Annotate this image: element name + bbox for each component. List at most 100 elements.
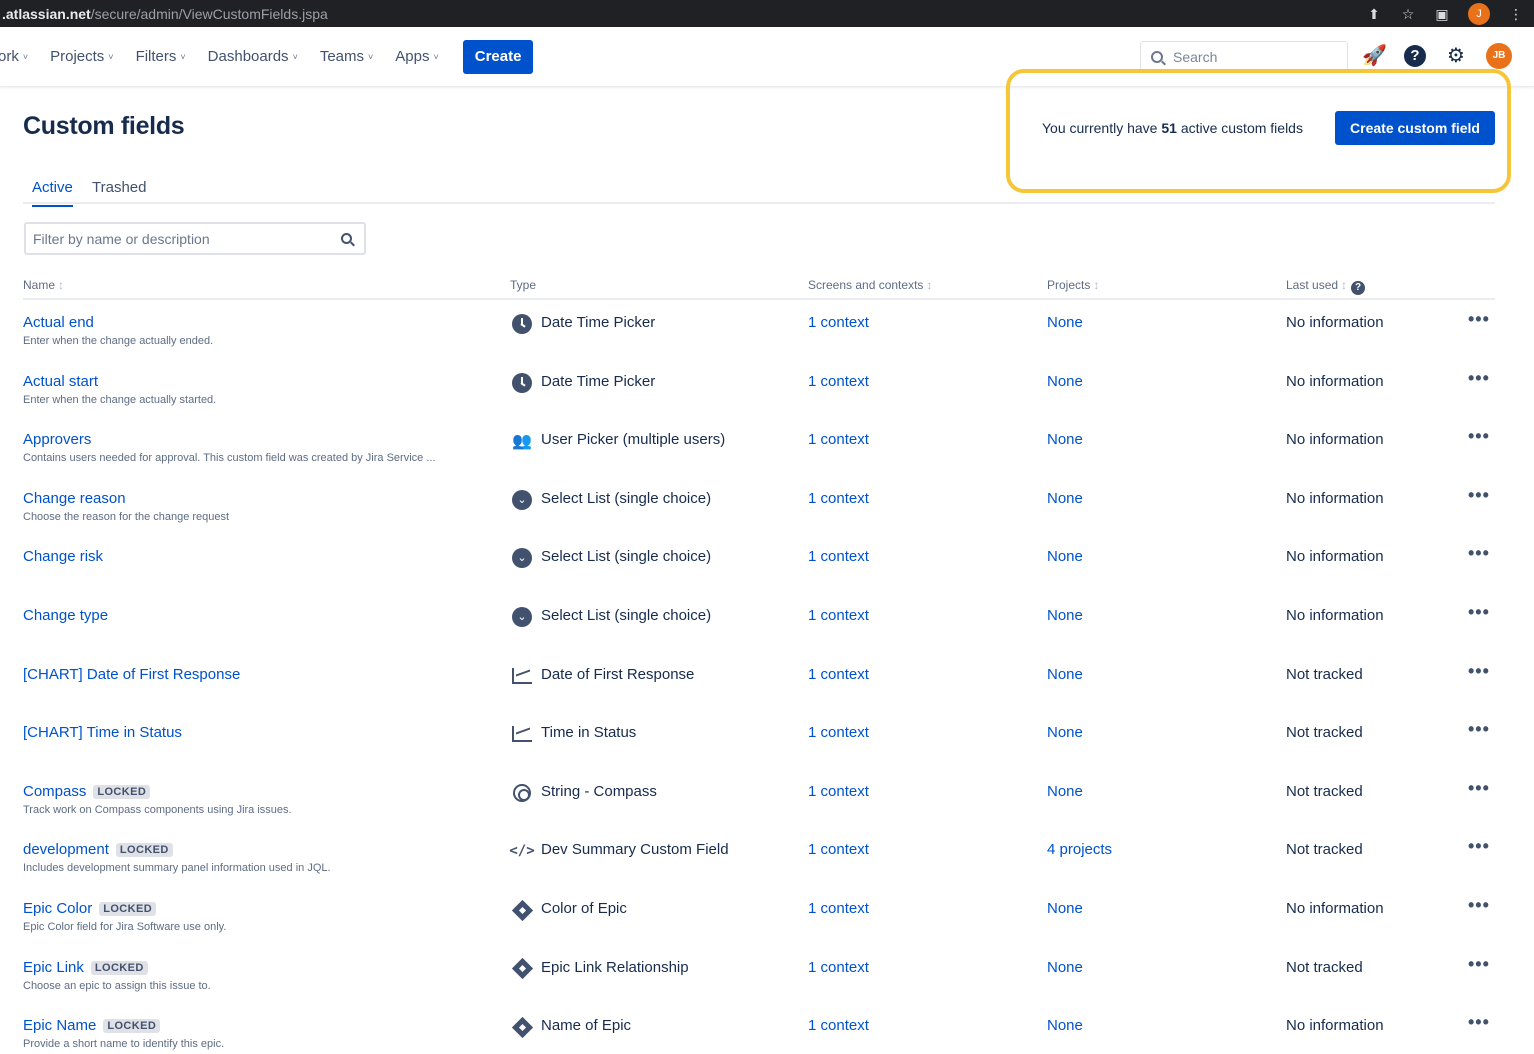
share-icon[interactable]: ⬆ [1366,6,1382,22]
browser-menu-icon[interactable]: ⋮ [1508,6,1524,22]
column-last-used[interactable]: Last used ↕? [1286,278,1366,295]
projects-link[interactable]: None [1047,959,1083,976]
chevron-circle-icon: ⌄ [512,548,532,569]
contexts-link[interactable]: 1 context [808,314,869,331]
projects-link[interactable]: None [1047,900,1083,917]
more-actions-icon[interactable]: ••• [1468,543,1490,564]
count-suffix: active custom fields [1180,120,1303,136]
field-name-link[interactable]: Epic Color LOCKED [23,900,157,917]
more-actions-icon[interactable]: ••• [1468,836,1490,857]
user-avatar[interactable]: JB [1486,43,1512,69]
browser-address-bar[interactable]: .atlassian.net/secure/admin/ViewCustomFi… [0,0,1534,27]
projects-link[interactable]: None [1047,607,1083,624]
global-search-input[interactable]: Search [1140,41,1348,73]
field-name-link[interactable]: Epic Link LOCKED [23,959,148,976]
nav-item-filters[interactable]: Filters ˅ [136,48,186,65]
projects-link[interactable]: 4 projects [1047,841,1112,858]
contexts-link[interactable]: 1 context [808,373,869,390]
field-name-link[interactable]: Change reason [23,490,126,507]
url-host: .atlassian.net [2,5,91,22]
field-type: Date of First Response [541,665,695,683]
field-name-link[interactable]: Compass LOCKED [23,783,151,800]
more-actions-icon[interactable]: ••• [1468,778,1490,799]
contexts-link[interactable]: 1 context [808,841,869,858]
last-used-value: Not tracked [1286,958,1363,976]
field-name-link[interactable]: Change risk [23,548,103,565]
clock-icon [512,372,532,393]
projects-link[interactable]: None [1047,783,1083,800]
table-row: [CHART] Date of First Response Date of Fi… [0,653,1534,711]
nav-item-ork[interactable]: ork ˅ [0,48,28,65]
create-custom-field-button[interactable]: Create custom field [1335,111,1495,145]
more-actions-icon[interactable]: ••• [1468,485,1490,506]
nav-item-label: Filters [135,48,177,65]
browser-toolbar: ⬆ ☆ ▣ J ⋮ [1366,0,1524,27]
table-row: [CHART] Time in Status Time in Status 1 co… [0,711,1534,769]
column-name-label: Name [23,278,56,292]
tab-active[interactable]: Active [32,179,73,207]
filter-input[interactable]: Filter by name or description [24,222,366,255]
field-name-link[interactable]: [CHART] Time in Status [23,724,182,741]
column-projects[interactable]: Projects ↕ [1047,278,1099,292]
projects-link[interactable]: None [1047,373,1083,390]
projects-link[interactable]: None [1047,1017,1083,1034]
field-name-link[interactable]: development LOCKED [23,841,173,858]
filter-placeholder: Filter by name or description [33,230,210,247]
contexts-link[interactable]: 1 context [808,490,869,507]
field-name-link[interactable]: Epic Name LOCKED [23,1017,161,1035]
field-name: Epic Name [23,1017,97,1035]
projects-link[interactable]: None [1047,548,1083,565]
search-icon [1151,51,1163,63]
more-actions-icon[interactable]: ••• [1468,661,1490,682]
create-button[interactable]: Create [462,39,534,74]
contexts-link[interactable]: 1 context [808,666,869,683]
nav-item-apps[interactable]: Apps ˅ [395,48,438,65]
field-name-link[interactable]: Actual start [23,373,98,390]
contexts-link[interactable]: 1 context [808,607,869,624]
settings-gear-icon[interactable]: ⚙ [1444,44,1468,68]
field-name-link[interactable]: Change type [23,607,108,624]
help-icon[interactable]: ? [1404,45,1426,67]
notifications-rocket-icon[interactable]: 🚀 [1362,44,1387,68]
field-name-link[interactable]: Actual end [23,314,94,331]
sidebar-toggle-icon[interactable]: ▣ [1434,6,1450,22]
more-actions-icon[interactable]: ••• [1468,895,1490,916]
sort-icon: ↕ [926,278,933,292]
field-name: [CHART] Date of First Response [23,665,241,683]
field-name-link[interactable]: Approvers [23,431,91,448]
last-used-value: No information [1286,314,1384,331]
more-actions-icon[interactable]: ••• [1468,719,1490,740]
chevron-down-icon: ˅ [368,51,374,62]
contexts-link[interactable]: 1 context [808,1017,869,1034]
more-actions-icon[interactable]: ••• [1468,954,1490,975]
contexts-link[interactable]: 1 context [808,900,869,917]
projects-link[interactable]: None [1047,431,1083,448]
more-actions-icon[interactable]: ••• [1468,1012,1490,1033]
table-row: Change type ⌄ Select List (single choice) 1… [0,594,1534,652]
nav-item-dashboards[interactable]: Dashboards ˅ [208,48,298,65]
more-actions-icon[interactable]: ••• [1468,368,1490,389]
help-question-icon[interactable]: ? [1351,281,1366,295]
projects-link[interactable]: None [1047,666,1083,683]
contexts-link[interactable]: 1 context [808,431,869,448]
bookmark-star-icon[interactable]: ☆ [1400,6,1416,22]
contexts-link[interactable]: 1 context [808,724,869,741]
table-row: Actual start Enter when the change actual… [0,360,1534,418]
contexts-link[interactable]: 1 context [808,548,869,565]
column-screens[interactable]: Screens and contexts ↕ [808,278,932,292]
more-actions-icon[interactable]: ••• [1468,426,1490,447]
contexts-link[interactable]: 1 context [808,959,869,976]
tab-trashed[interactable]: Trashed [92,179,146,196]
browser-profile-avatar[interactable]: J [1468,2,1490,25]
projects-link[interactable]: None [1047,314,1083,331]
chart-icon [512,667,532,684]
contexts-link[interactable]: 1 context [808,783,869,800]
nav-item-projects[interactable]: Projects ˅ [50,48,113,65]
field-name-link[interactable]: [CHART] Date of First Response [23,666,240,683]
more-actions-icon[interactable]: ••• [1468,602,1490,623]
column-name[interactable]: Name ↕ [23,278,64,292]
projects-link[interactable]: None [1047,490,1083,507]
projects-link[interactable]: None [1047,724,1083,741]
more-actions-icon[interactable]: ••• [1468,309,1490,330]
nav-item-teams[interactable]: Teams ˅ [320,48,373,65]
